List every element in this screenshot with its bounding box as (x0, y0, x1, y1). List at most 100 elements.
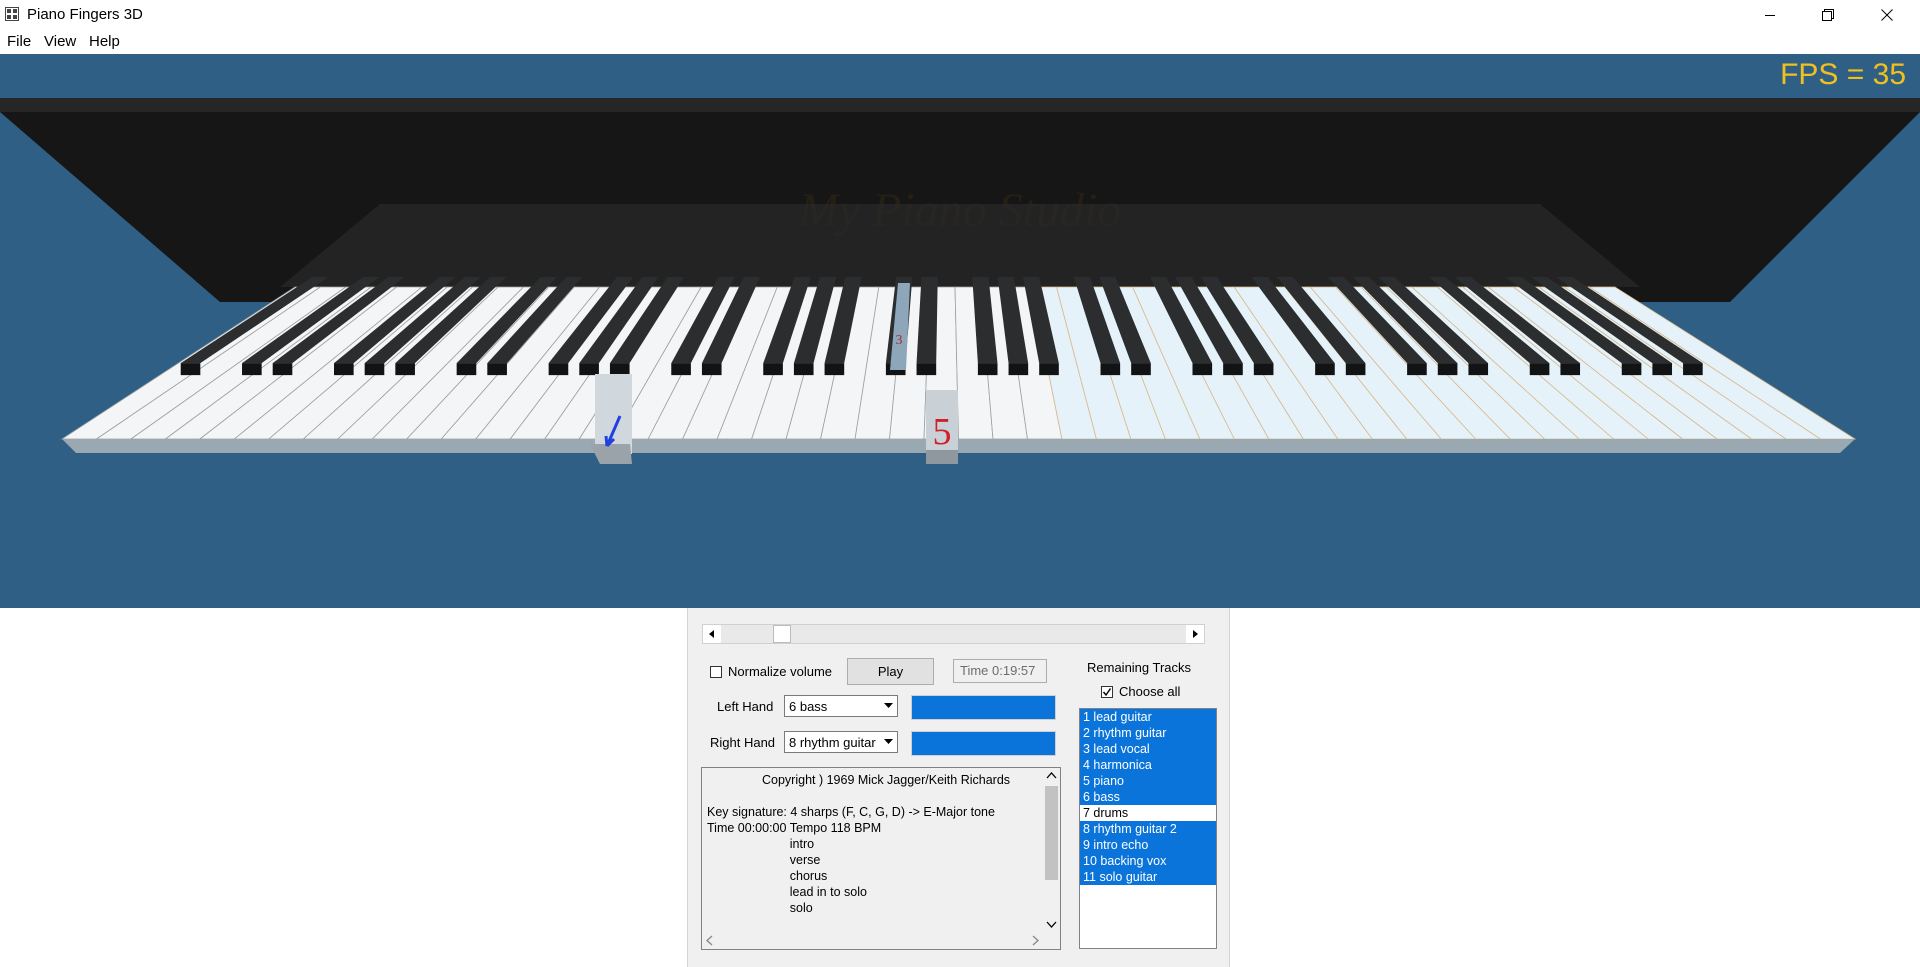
black-key-front (1529, 363, 1550, 376)
info-line: solo (762, 901, 813, 915)
black-key-front (793, 363, 814, 376)
menu-file[interactable]: File (4, 32, 34, 51)
right-hand-value: 8 rhythm guitar (789, 735, 876, 750)
piano-scene: My Piano Studio 5 3 (0, 54, 1920, 608)
restore-button[interactable] (1799, 0, 1857, 30)
minimize-icon (1765, 15, 1775, 16)
scroll-left-button[interactable] (703, 625, 721, 643)
left-hand-label: Left Hand (717, 699, 774, 714)
chevron-down-icon[interactable] (1043, 916, 1060, 932)
piano-lid-edge (0, 98, 1920, 112)
chevron-down-icon (884, 739, 893, 744)
play-button[interactable]: Play (847, 658, 934, 685)
track-item[interactable]: 4 harmonica (1080, 757, 1216, 773)
menu-help[interactable]: Help (86, 32, 123, 51)
black-key-front (1621, 363, 1642, 376)
black-key-front (1560, 363, 1581, 376)
chevron-up-icon[interactable] (1043, 768, 1060, 784)
track-item[interactable]: 5 piano (1080, 773, 1216, 789)
close-button[interactable] (1858, 0, 1916, 30)
finger-number-3: 3 (896, 333, 903, 348)
black-key-front (456, 363, 477, 376)
info-line: chorus (762, 869, 828, 883)
remaining-tracks-label: Remaining Tracks (1087, 660, 1192, 675)
black-key-front (364, 363, 385, 376)
right-hand-label: Right Hand (710, 735, 776, 750)
black-key-front (1437, 363, 1458, 376)
song-position-scrollbar[interactable] (702, 624, 1205, 644)
info-line: verse (762, 853, 821, 867)
left-hand-color-bar[interactable] (911, 695, 1056, 720)
choose-all-label[interactable]: Choose all (1119, 684, 1180, 699)
black-key-front (1192, 363, 1213, 376)
choose-all-row: Choose all (1101, 684, 1180, 699)
track-item[interactable]: 2 rhythm guitar (1080, 725, 1216, 741)
piano-3d-viewport[interactable]: My Piano Studio 5 3 FPS = 35 (0, 54, 1920, 608)
right-hand-select[interactable]: 8 rhythm guitar (784, 731, 898, 753)
track-item[interactable]: 3 lead vocal (1080, 741, 1216, 757)
choose-all-checkbox[interactable] (1101, 685, 1113, 698)
menu-view[interactable]: View (41, 32, 79, 51)
info-scroll-thumb[interactable] (1045, 786, 1058, 880)
track-item[interactable]: 11 solo guitar (1080, 869, 1216, 885)
info-horizontal-scrollbar[interactable] (702, 932, 1043, 949)
track-item[interactable]: 1 lead guitar (1080, 709, 1216, 725)
time-display: Time 0:19:57 (953, 659, 1047, 683)
normalize-volume-label[interactable]: Normalize volume (728, 664, 832, 679)
arrow-left-icon (709, 630, 714, 638)
black-key-front (487, 363, 507, 376)
chevron-right-icon[interactable] (1027, 932, 1043, 949)
pressed-white-key-left (595, 374, 632, 454)
track-item[interactable]: 6 bass (1080, 789, 1216, 805)
chevron-left-icon[interactable] (702, 932, 718, 949)
track-item[interactable]: 8 rhythm guitar 2 (1080, 821, 1216, 837)
black-key-front (1468, 363, 1489, 376)
fps-counter: FPS = 35 (1780, 58, 1906, 91)
black-key-front (763, 363, 783, 376)
black-key-front (1315, 363, 1335, 376)
normalize-volume-checkbox[interactable] (710, 665, 722, 678)
black-key-front (977, 363, 998, 376)
info-vertical-scrollbar[interactable] (1043, 768, 1060, 932)
track-item[interactable]: 7 drums (1080, 805, 1216, 821)
black-key-front (334, 363, 354, 376)
control-panel: Normalize volume Play Time 0:19:57 Left … (687, 608, 1230, 967)
song-info-box[interactable]: Copyright ) 1969 Mick Jagger/Keith Richa… (701, 767, 1061, 950)
black-key-front (1039, 363, 1059, 376)
info-line: Key signature: 4 sharps (F, C, G, D) -> … (707, 805, 995, 819)
app-grid-icon[interactable] (5, 7, 19, 21)
tracks-listbox[interactable]: 1 lead guitar 2 rhythm guitar 3 lead voc… (1079, 708, 1217, 949)
black-key-front (916, 363, 937, 376)
black-key-front (824, 363, 845, 376)
checkmark-icon (1102, 687, 1112, 696)
black-key-front (1345, 363, 1366, 376)
track-item[interactable]: 10 backing vox (1080, 853, 1216, 869)
black-key-front (1008, 363, 1029, 376)
left-hand-select[interactable]: 6 bass (784, 695, 898, 717)
left-hand-value: 6 bass (789, 699, 828, 714)
black-key-front (1652, 363, 1673, 376)
black-key-front (180, 363, 201, 376)
left-hand-dropdown-button[interactable] (880, 696, 897, 716)
info-line: Time 00:00:00 Tempo 118 BPM (707, 821, 882, 835)
minimize-button[interactable] (1741, 0, 1799, 30)
finger-number-5: 5 (933, 411, 952, 453)
chevron-down-icon (884, 703, 893, 708)
scroll-right-button[interactable] (1186, 625, 1204, 643)
info-line: intro (762, 837, 815, 851)
info-line: lead in to solo (762, 885, 867, 899)
right-hand-color-bar[interactable] (911, 731, 1056, 756)
black-key-front (1223, 363, 1243, 376)
keyboard-front-edge (62, 439, 1855, 453)
scroll-thumb[interactable] (773, 625, 791, 643)
black-key-front (671, 363, 691, 376)
black-key-front (395, 363, 415, 376)
right-hand-dropdown-button[interactable] (880, 732, 897, 752)
menu-bar: File View Help (0, 30, 1920, 54)
black-key-front (609, 363, 630, 376)
window-title: Piano Fingers 3D (27, 6, 143, 23)
black-key-front (579, 363, 599, 376)
track-item[interactable]: 9 intro echo (1080, 837, 1216, 853)
black-key-front (548, 363, 569, 376)
black-key-front (1407, 363, 1427, 376)
